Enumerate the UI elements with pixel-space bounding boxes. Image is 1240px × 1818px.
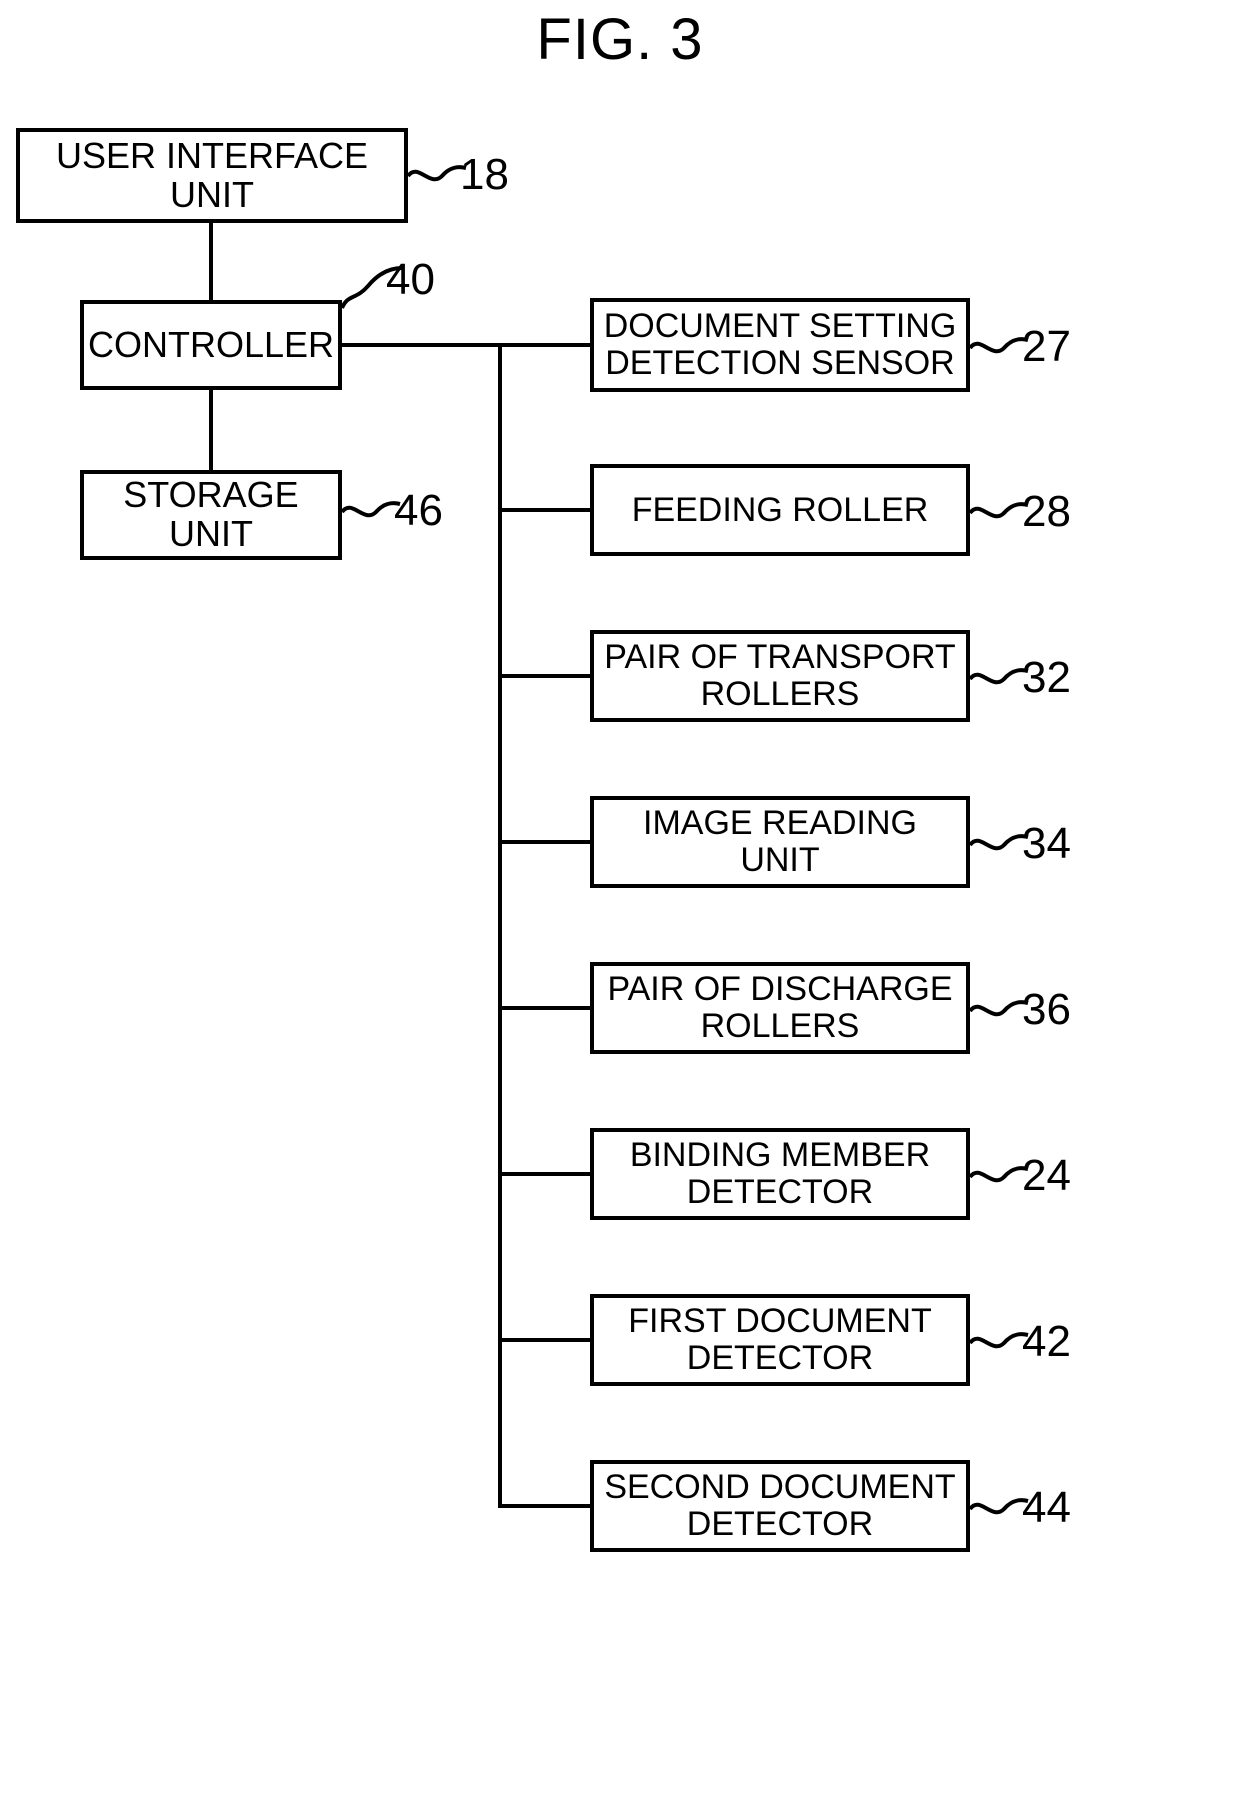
- wire-controller-to-storage: [209, 390, 213, 470]
- node-label: USER INTERFACE UNIT: [55, 134, 369, 215]
- node-document-setting-detection-sensor[interactable]: DOCUMENT SETTING DETECTION SENSOR: [590, 298, 970, 392]
- node-label: FIRST DOCUMENT DETECTOR: [628, 1302, 932, 1377]
- node-label: PAIR OF TRANSPORT ROLLERS: [604, 638, 956, 713]
- node-label: STORAGE UNIT: [123, 474, 299, 554]
- wire-bus-to-pair-of-discharge-rollers: [498, 1006, 592, 1010]
- wire-bus-to-second-document-detector: [498, 1504, 592, 1508]
- leader-line-34: [968, 834, 1029, 851]
- node-label: IMAGE READING UNIT: [643, 804, 917, 879]
- node-label: FEEDING ROLLER: [631, 490, 929, 529]
- node-first-document-detector[interactable]: FIRST DOCUMENT DETECTOR: [590, 1294, 970, 1386]
- ref-18: 18: [460, 150, 509, 199]
- leader-line-32: [968, 668, 1029, 685]
- node-image-reading-unit[interactable]: IMAGE READING UNIT: [590, 796, 970, 888]
- ref-32: 32: [1022, 653, 1071, 702]
- ref-42: 42: [1022, 1317, 1071, 1366]
- wire-uiu-to-controller: [209, 223, 213, 300]
- node-user-interface-unit[interactable]: USER INTERFACE UNIT: [16, 128, 408, 223]
- wire-bus-to-document-setting-detection-sensor: [498, 343, 592, 347]
- leader-line-46: [340, 501, 401, 518]
- figure-canvas: FIG. 3 USER INTERFACE UNIT CONTROLLER ST…: [0, 0, 1240, 1818]
- ref-24: 24: [1022, 1151, 1071, 1200]
- node-label: DOCUMENT SETTING DETECTION SENSOR: [603, 307, 957, 382]
- node-label: CONTROLLER: [87, 323, 335, 365]
- leader-line-24: [968, 1166, 1029, 1183]
- node-label: SECOND DOCUMENT DETECTOR: [604, 1468, 956, 1543]
- node-label: PAIR OF DISCHARGE ROLLERS: [607, 970, 953, 1045]
- leader-line-36: [968, 1000, 1029, 1017]
- node-label: BINDING MEMBER DETECTOR: [629, 1136, 931, 1211]
- node-feeding-roller[interactable]: FEEDING ROLLER: [590, 464, 970, 556]
- node-controller[interactable]: CONTROLLER: [80, 300, 342, 390]
- leader-line-28: [968, 502, 1029, 519]
- bus-line: [498, 343, 502, 1505]
- leader-line-42: [968, 1332, 1029, 1349]
- ref-27: 27: [1022, 322, 1071, 371]
- wire-bus-to-pair-of-transport-rollers: [498, 674, 592, 678]
- node-binding-member-detector[interactable]: BINDING MEMBER DETECTOR: [590, 1128, 970, 1220]
- leader-line-18: [406, 165, 467, 182]
- leader-line-44: [968, 1498, 1029, 1515]
- ref-46: 46: [394, 486, 443, 535]
- wire-bus-to-image-reading-unit: [498, 840, 592, 844]
- wire-controller-to-bus: [342, 343, 502, 347]
- ref-36: 36: [1022, 985, 1071, 1034]
- leader-line-27: [968, 337, 1029, 354]
- node-pair-of-transport-rollers[interactable]: PAIR OF TRANSPORT ROLLERS: [590, 630, 970, 722]
- wire-bus-to-feeding-roller: [498, 508, 592, 512]
- ref-28: 28: [1022, 487, 1071, 536]
- ref-44: 44: [1022, 1483, 1071, 1532]
- wire-bus-to-binding-member-detector: [498, 1172, 592, 1176]
- figure-title: FIG. 3: [536, 7, 704, 72]
- node-storage-unit[interactable]: STORAGE UNIT: [80, 470, 342, 560]
- node-pair-of-discharge-rollers[interactable]: PAIR OF DISCHARGE ROLLERS: [590, 962, 970, 1054]
- ref-40: 40: [386, 255, 435, 304]
- node-second-document-detector[interactable]: SECOND DOCUMENT DETECTOR: [590, 1460, 970, 1552]
- ref-34: 34: [1022, 819, 1071, 868]
- wire-bus-to-first-document-detector: [498, 1338, 592, 1342]
